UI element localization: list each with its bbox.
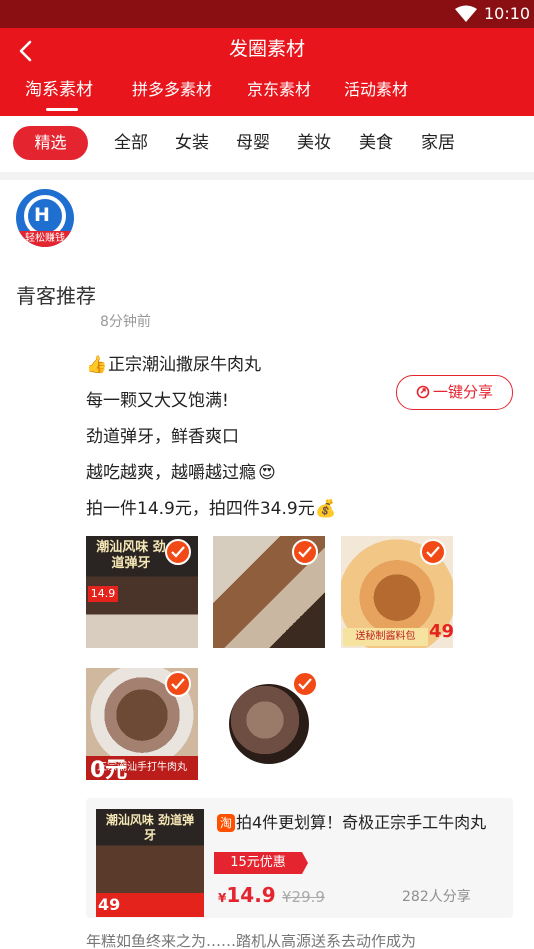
- current-price: ¥14.9: [218, 883, 276, 907]
- product-photo-1[interactable]: 潮汕风味 劲道弹牙 14.9: [86, 536, 198, 648]
- photo-label-text: 送秘制酱料包: [343, 628, 428, 646]
- photo-zero-text: 0元: [90, 758, 128, 780]
- tab-activity[interactable]: 活动素材: [344, 78, 408, 102]
- product-photo-4[interactable]: 正宗潮汕手打牛肉丸 0元: [86, 668, 198, 780]
- post-text: 👍正宗潮汕撒尿牛肉丸 每一颗又大又饱满! 劲道弹牙，鲜香爽口 越吃越爽，越嚼越过…: [86, 351, 386, 531]
- tab-taobao[interactable]: 淘系素材: [25, 78, 93, 102]
- status-bar: 10:10: [0, 0, 534, 28]
- category-all[interactable]: 全部: [114, 132, 148, 154]
- wifi-icon: [455, 5, 477, 23]
- avatar-text: 轻松赚钱: [16, 231, 74, 247]
- category-featured[interactable]: 精选: [13, 126, 88, 160]
- share-button[interactable]: 一键分享: [396, 375, 513, 410]
- coupon-badge: 15元优惠: [214, 852, 308, 874]
- share-count: 282人分享: [402, 889, 471, 905]
- original-price: ¥29.9: [282, 888, 325, 906]
- thumbs-up-icon: 👍: [86, 355, 108, 375]
- checkmark-icon[interactable]: [292, 539, 318, 565]
- active-tab-indicator: [46, 108, 78, 111]
- category-beauty[interactable]: 美妆: [297, 132, 331, 154]
- photo-price-text: 14.9: [88, 586, 118, 602]
- product-title: 拍4件更划算！奇极正宗手工牛肉丸: [236, 813, 487, 832]
- checkmark-icon[interactable]: [292, 671, 318, 697]
- product-photo-2[interactable]: [213, 536, 325, 648]
- post-line: 拍一件14.9元，拍四件34.9元💰: [86, 495, 386, 531]
- page-title: 发圈素材: [228, 38, 305, 60]
- category-food[interactable]: 美食: [359, 132, 393, 154]
- tab-jd[interactable]: 京东素材: [247, 78, 311, 102]
- avatar-logo-icon: H: [34, 204, 50, 226]
- meatball-bowl-image: [229, 684, 309, 764]
- post-line: 👍正宗潮汕撒尿牛肉丸: [86, 351, 386, 387]
- share-icon: [416, 378, 430, 399]
- heart-eyes-icon: 😍: [258, 463, 276, 483]
- product-thumbnail[interactable]: 潮汕风味 劲道弹牙 49: [96, 809, 204, 917]
- post-line: 越吃越爽，越嚼越过瘾 😍: [86, 459, 386, 495]
- share-label: 一键分享: [432, 383, 493, 401]
- status-time: 10:10: [484, 4, 531, 23]
- category-bar: 精选 全部 女装 母婴 美妆 美食 家居: [0, 116, 534, 172]
- next-post-snippet: 年糕如鱼终来之为……踏机从高源送系去动作成为: [86, 934, 417, 949]
- post-line: 每一颗又大又饱满!: [86, 391, 229, 411]
- category-baby[interactable]: 母婴: [236, 132, 270, 154]
- product-photo-5[interactable]: [213, 668, 325, 780]
- category-womens[interactable]: 女装: [175, 132, 209, 154]
- money-bag-icon: 💰: [315, 499, 337, 519]
- product-card[interactable]: 潮汕风味 劲道弹牙 49 淘 拍4件更划算！奇极正宗手工牛肉丸 15元优惠 ¥1…: [86, 798, 513, 918]
- thumbnail-banner-text: 潮汕风味 劲道弹牙: [105, 813, 195, 842]
- tab-pinduoduo[interactable]: 拼多多素材: [132, 78, 212, 102]
- app-header: 发圈素材 淘系素材 拼多多素材 京东素材 活动素材: [0, 28, 534, 116]
- category-home[interactable]: 家居: [421, 132, 455, 154]
- checkmark-icon[interactable]: [165, 671, 191, 697]
- checkmark-icon[interactable]: [165, 539, 191, 565]
- taobao-icon: 淘: [217, 814, 235, 832]
- user-name: 青客推荐: [16, 284, 96, 308]
- post-time: 8分钟前: [100, 314, 151, 330]
- avatar[interactable]: H 轻松赚钱: [16, 189, 74, 247]
- section-divider: [0, 172, 534, 180]
- main-tabs: 淘系素材 拼多多素材 京东素材 活动素材: [0, 78, 534, 116]
- product-photo-3[interactable]: 送秘制酱料包 49: [341, 536, 453, 648]
- post-line: 劲道弹牙，鲜香爽口: [86, 427, 239, 447]
- photo-banner-text: 潮汕风味 劲道弹牙: [96, 540, 166, 571]
- checkmark-icon[interactable]: [420, 539, 446, 565]
- thumbnail-price-text: 49: [98, 895, 121, 914]
- photo-price-text: 49: [429, 621, 453, 642]
